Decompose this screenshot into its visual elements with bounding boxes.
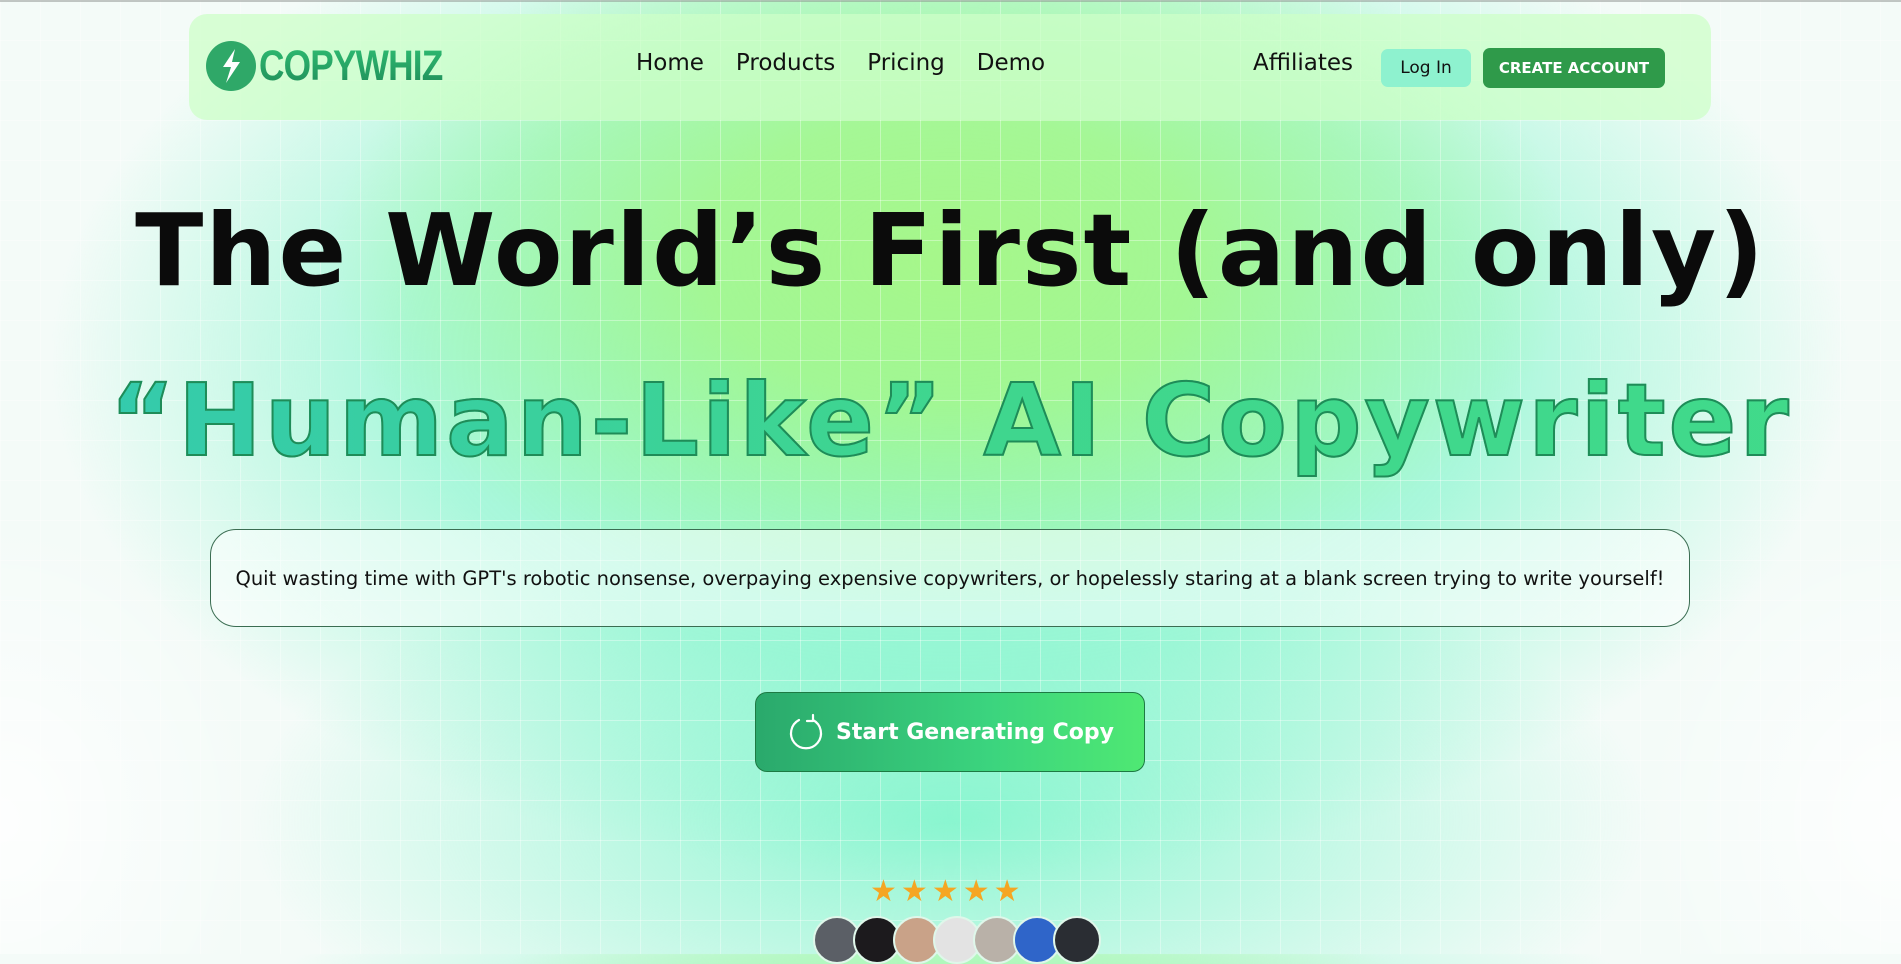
- create-account-button[interactable]: CREATE ACCOUNT: [1483, 48, 1665, 88]
- logo-text: COPYWHIZ: [259, 41, 443, 90]
- nav-demo-link[interactable]: Demo: [977, 50, 1045, 76]
- start-generating-button[interactable]: Start Generating Copy: [755, 692, 1145, 772]
- hero-headline-line1: The World’s First (and only): [135, 192, 1766, 309]
- refresh-icon: [789, 713, 823, 750]
- rating-stars: ★ ★ ★ ★ ★: [870, 876, 1021, 908]
- nav-affiliates-link[interactable]: Affiliates: [1253, 50, 1353, 76]
- top-border: [0, 0, 1901, 2]
- logo[interactable]: COPYWHIZ: [205, 40, 483, 92]
- star-icon: ★: [993, 874, 1021, 909]
- customer-avatars: [813, 916, 1101, 964]
- star-icon: ★: [870, 874, 897, 909]
- hero-headline-line2: “Human-Like” AI Copywriter: [0, 356, 1901, 486]
- main-nav: Home Products Pricing Demo: [636, 50, 1077, 76]
- star-icon: ★: [962, 874, 990, 909]
- star-icon: ★: [900, 874, 928, 909]
- start-generating-label: Start Generating Copy: [836, 719, 1114, 745]
- nav-home-link[interactable]: Home: [636, 50, 704, 76]
- nav-products-link[interactable]: Products: [736, 50, 835, 76]
- logo-icon: [206, 41, 256, 91]
- login-button[interactable]: Log In: [1381, 49, 1471, 87]
- navbar: COPYWHIZ Home Products Pricing Demo Affi…: [189, 14, 1711, 120]
- star-icon: ★: [931, 874, 959, 909]
- avatar: [1053, 916, 1101, 964]
- nav-pricing-link[interactable]: Pricing: [867, 50, 945, 76]
- hero-subtext-box: Quit wasting time with GPT's robotic non…: [210, 529, 1690, 627]
- hero-subtext: Quit wasting time with GPT's robotic non…: [235, 566, 1665, 590]
